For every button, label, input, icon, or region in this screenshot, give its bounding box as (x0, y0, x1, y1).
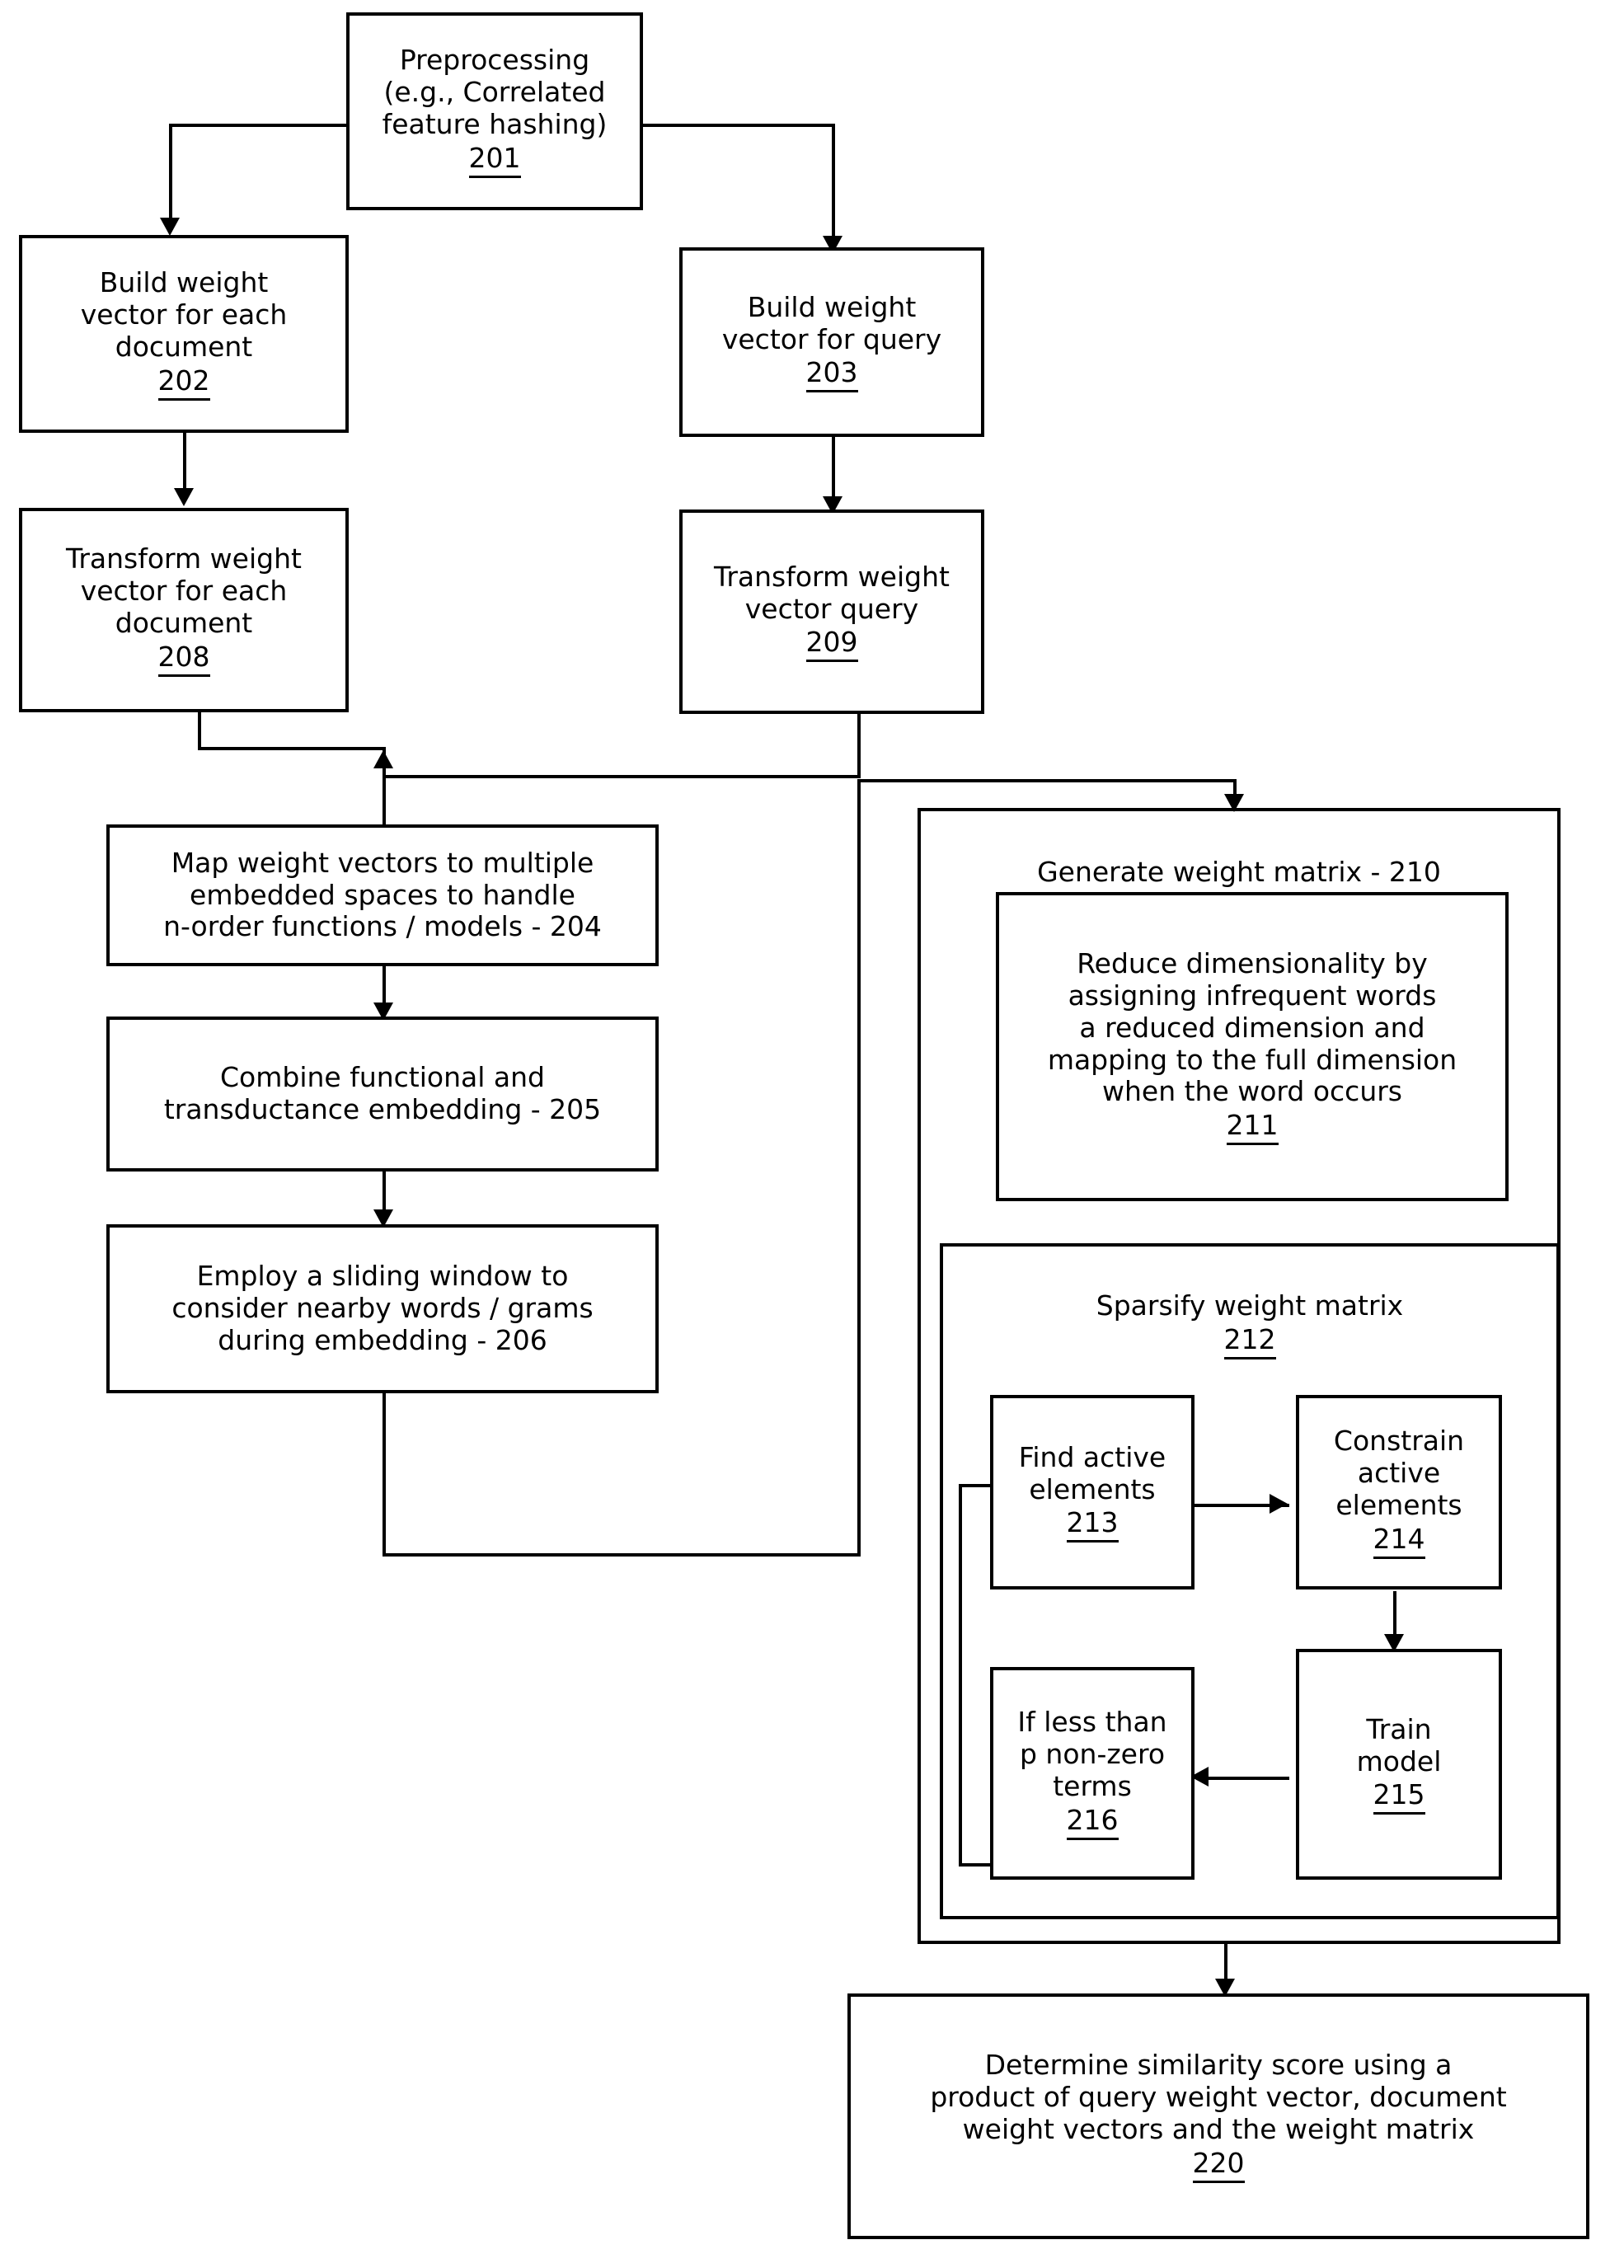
group-212-label: Sparsify weight matrix 212 (940, 1258, 1560, 1392)
node-211-reduce-dimensionality[interactable]: Reduce dimensionality by assigning infre… (996, 892, 1509, 1201)
node-203-build-weight-vector-query[interactable]: Build weight vector for query 203 (679, 247, 984, 437)
node-212-ref: 212 (1223, 1323, 1276, 1359)
node-201-preprocessing[interactable]: Preprocessing (e.g., Correlated feature … (346, 12, 643, 210)
node-212-text: Sparsify weight matrix (1096, 1289, 1404, 1322)
node-206-text: Employ a sliding window to consider near… (171, 1260, 594, 1356)
node-213-find-active-elements[interactable]: Find active elements 213 (990, 1395, 1195, 1589)
node-209-transform-weight-vector-query[interactable]: Transform weight vector query 209 (679, 509, 984, 714)
connector-201-to-202-horizontal (169, 124, 346, 127)
node-205-combine-embedding[interactable]: Combine functional and transductance emb… (106, 1017, 659, 1172)
node-211-text: Reduce dimensionality by assigning infre… (1047, 946, 1457, 1108)
group-210-label: Generate weight matrix - 210 (918, 824, 1561, 889)
node-208-transform-weight-vector-document[interactable]: Transform weight vector for each documen… (19, 508, 349, 712)
node-211-ref: 211 (1226, 1109, 1279, 1146)
node-205-text: Combine functional and transductance emb… (163, 1061, 602, 1125)
connector-206-right (383, 1553, 861, 1557)
node-216-if-less-than-p-nonzero-terms[interactable]: If less than p non-zero terms 216 (990, 1667, 1195, 1880)
node-210-text: Generate weight matrix - 210 (1037, 855, 1441, 888)
node-206-sliding-window[interactable]: Employ a sliding window to consider near… (106, 1224, 659, 1393)
connector-201-to-203-vertical (832, 124, 835, 247)
node-215-ref: 215 (1373, 1779, 1425, 1815)
node-202-ref: 202 (157, 364, 210, 401)
node-220-text: Determine similarity score using a produ… (930, 2049, 1507, 2145)
node-204-map-weight-vectors[interactable]: Map weight vectors to multiple embedded … (106, 824, 659, 966)
node-213-ref: 213 (1066, 1507, 1119, 1543)
node-203-text: Build weight vector for query (721, 290, 942, 355)
connector-209-down (857, 712, 861, 778)
connector-206-down (383, 1392, 386, 1557)
connector-206-top-right (857, 779, 1237, 782)
arrowhead-junction-up (373, 750, 393, 768)
connector-208-down (198, 711, 201, 750)
arrowhead-into-208 (174, 488, 194, 506)
node-208-ref: 208 (157, 641, 210, 677)
flowchart-canvas: Preprocessing (e.g., Correlated feature … (0, 0, 1624, 2268)
connector-206-up (857, 779, 861, 1557)
connector-201-to-202-vertical (169, 124, 172, 229)
node-216-ref: 216 (1066, 1804, 1119, 1840)
node-215-text: Train model (1356, 1712, 1442, 1777)
node-201-text: Preprocessing (e.g., Correlated feature … (382, 44, 608, 140)
arrowhead-into-202 (160, 218, 180, 236)
connector-209-left-to-junction (384, 775, 861, 778)
node-214-constrain-active-elements[interactable]: Constrain active elements 214 (1296, 1395, 1502, 1589)
node-215-train-model[interactable]: Train model 215 (1296, 1649, 1502, 1880)
connector-201-to-203-horizontal (642, 124, 835, 127)
node-208-text: Transform weight vector for each documen… (66, 542, 302, 639)
node-213-text: Find active elements (1018, 1440, 1166, 1505)
node-202-build-weight-vector-document[interactable]: Build weight vector for each document 20… (19, 235, 349, 433)
node-204-text: Map weight vectors to multiple embedded … (163, 846, 602, 943)
node-209-ref: 209 (805, 627, 858, 663)
node-214-ref: 214 (1373, 1523, 1425, 1559)
node-220-determine-similarity-score[interactable]: Determine similarity score using a produ… (847, 1993, 1589, 2239)
node-220-ref: 220 (1192, 2147, 1245, 2183)
node-214-text: Constrain active elements (1333, 1425, 1465, 1521)
node-201-ref: 201 (468, 142, 521, 178)
node-216-text: If less than p non-zero terms (1017, 1706, 1167, 1802)
node-209-text: Transform weight vector query (714, 560, 950, 625)
node-202-text: Build weight vector for each document (80, 266, 288, 363)
connector-208-right (198, 747, 386, 750)
node-203-ref: 203 (805, 357, 858, 393)
